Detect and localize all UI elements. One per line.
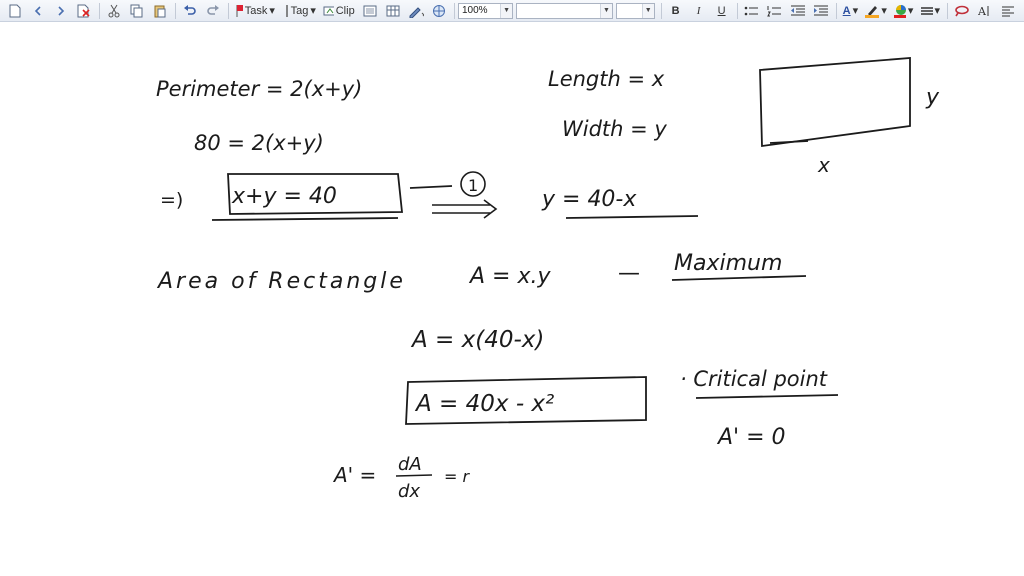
toolbar: Task ▾ Tag ▾ Clip 100% ▼ ▼ ▼ B I U A ▾ ▾… — [0, 0, 1024, 22]
line-style-icon — [921, 6, 933, 15]
flag-icon — [236, 4, 243, 17]
equation-number: 1 — [468, 176, 478, 195]
outdent-icon[interactable] — [787, 1, 809, 21]
copy-icon[interactable] — [126, 1, 148, 21]
italic-button[interactable]: I — [688, 1, 710, 21]
tag-icon — [286, 4, 288, 17]
clip-label: Clip — [335, 4, 355, 17]
text-format-icon[interactable]: A — [974, 1, 996, 21]
highlight-button[interactable]: ▾ — [862, 1, 889, 21]
globe-icon[interactable] — [428, 1, 450, 21]
a-prime-zero: A' = 0 — [716, 425, 786, 450]
zoom-value: 100% — [461, 5, 488, 16]
y-expression: y = 40-x — [541, 187, 637, 212]
chevron-down-icon: ▾ — [934, 4, 941, 17]
align-icon[interactable] — [997, 1, 1019, 21]
insert-table-icon[interactable] — [382, 1, 404, 21]
lasso-icon[interactable] — [951, 1, 973, 21]
area-equation: A = x.y — [468, 264, 551, 289]
undo-icon[interactable] — [179, 1, 201, 21]
new-page-icon[interactable] — [4, 1, 26, 21]
back-icon[interactable] — [27, 1, 49, 21]
numbered-list-icon[interactable] — [764, 1, 786, 21]
rectangle-sketch — [759, 57, 911, 148]
font-name-select[interactable]: ▼ — [516, 2, 614, 19]
rectangle-side-y: y — [925, 85, 940, 110]
length-equation: Length = x — [548, 67, 665, 91]
a-prime-label: A' = — [332, 463, 376, 487]
pen-tool-icon[interactable] — [405, 1, 427, 21]
dx-denominator: dx — [398, 481, 420, 502]
area-substitution: A = x(40-x) — [410, 327, 544, 353]
tag-label: Tag — [290, 4, 309, 17]
color-wheel-icon — [893, 4, 906, 18]
chevron-down-icon: ▾ — [269, 4, 275, 17]
task-button[interactable]: Task ▾ — [232, 1, 278, 21]
area-of-rectangle: Area of Rectangle — [156, 269, 406, 294]
zoom-select[interactable]: 100% ▼ — [457, 2, 514, 19]
chevron-down-icon: ▾ — [310, 4, 316, 17]
paste-icon[interactable] — [149, 1, 171, 21]
clip-icon — [323, 6, 334, 15]
delete-page-icon[interactable] — [73, 1, 95, 21]
underline-button[interactable]: U — [711, 1, 733, 21]
text-color-button[interactable]: ▾ — [891, 1, 917, 21]
dash-separator: — — [618, 261, 640, 286]
svg-text:A: A — [978, 5, 987, 17]
bold-button[interactable]: B — [665, 1, 687, 21]
perimeter-equation: Perimeter = 2(x+y) — [156, 77, 362, 101]
chevron-down-icon: ▾ — [852, 4, 859, 17]
forward-icon[interactable] — [50, 1, 72, 21]
notes-canvas[interactable]: Perimeter = 2(x+y) Length = x Width = y … — [0, 22, 1024, 576]
clip-button[interactable]: Clip — [320, 1, 358, 21]
double-arrow — [432, 199, 498, 219]
bullet-list-icon[interactable] — [741, 1, 763, 21]
page-view-icon[interactable] — [359, 1, 381, 21]
chevron-down-icon: ▼ — [500, 3, 513, 18]
highlighter-icon — [865, 5, 880, 18]
font-color-button[interactable]: A ▾ — [839, 1, 861, 21]
indent-icon[interactable] — [810, 1, 832, 21]
chevron-down-icon: ▼ — [600, 3, 613, 18]
line-style-button[interactable]: ▾ — [917, 1, 943, 21]
trailing-marks: = r — [444, 467, 470, 486]
dA-numerator: dA — [398, 454, 422, 475]
width-equation: Width = y — [562, 117, 667, 141]
boxed-sum-equation: x+y = 40 — [231, 184, 337, 209]
chevron-down-icon: ▾ — [907, 4, 914, 17]
chevron-down-icon: ▼ — [641, 3, 654, 18]
critical-point-label: · Critical point — [680, 367, 828, 391]
tag-button[interactable]: Tag ▾ — [279, 1, 319, 21]
equation-80: 80 = 2(x+y) — [194, 131, 324, 155]
area-boxed-equation: A = 40x - x² — [414, 391, 554, 417]
redo-icon[interactable] — [202, 1, 224, 21]
task-label: Task — [244, 4, 268, 17]
font-size-select[interactable]: ▼ — [616, 2, 655, 19]
implies-arrow: =) — [160, 189, 183, 211]
chevron-down-icon: ▾ — [881, 4, 887, 17]
font-color-icon: A — [842, 4, 851, 17]
cut-icon[interactable] — [103, 1, 125, 21]
rectangle-side-x: x — [817, 153, 830, 177]
maximum-label: Maximum — [674, 251, 782, 276]
